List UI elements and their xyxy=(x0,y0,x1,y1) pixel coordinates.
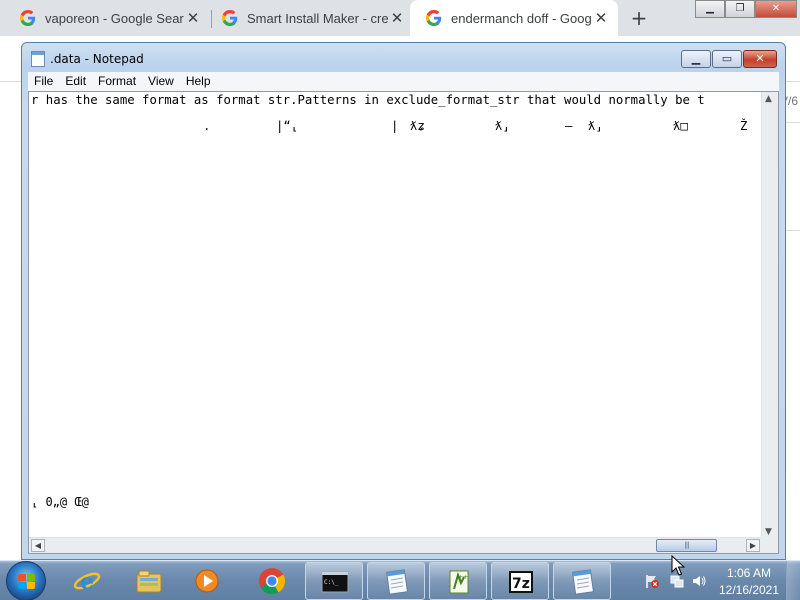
vertical-scrollbar[interactable]: ▲ ▼ xyxy=(761,92,778,539)
chrome-icon xyxy=(259,568,286,595)
volume-icon[interactable] xyxy=(691,573,707,589)
text-glyph: ƛ⸥ xyxy=(495,119,510,133)
window-title: .data - Notepad xyxy=(50,52,144,66)
google-icon xyxy=(426,10,442,26)
taskbar-media-player-button[interactable] xyxy=(178,562,236,600)
text-glyph: ƛ□ xyxy=(673,119,688,133)
text-glyph: ƛʑ xyxy=(410,119,425,133)
text-glyph: Ž xyxy=(740,119,748,133)
browser-restore-button[interactable]: ❐ xyxy=(725,0,755,18)
menu-bar: File Edit Format View Help xyxy=(28,72,779,91)
taskbar-notepad-button[interactable] xyxy=(553,562,611,600)
taskbar-chrome-button[interactable] xyxy=(243,562,301,600)
show-desktop-button[interactable] xyxy=(786,561,800,600)
command-prompt-icon: C:\_ xyxy=(321,571,349,593)
internet-explorer-icon: e xyxy=(73,569,101,595)
notepad-icon xyxy=(571,569,595,595)
text-glyph: ƛ⸥ xyxy=(588,119,603,133)
text-line: . |“⸤ | ƛʑ ƛ⸥ – ƛ⸥ ƛ□ Ž xyxy=(29,119,762,135)
taskbar-explorer-button[interactable] xyxy=(120,562,178,600)
tab-title: endermanch doff - Googl xyxy=(451,10,592,26)
7zip-icon: 7z xyxy=(509,571,533,593)
text-glyph: – xyxy=(565,119,573,133)
text-content[interactable]: r has the same format as format str.Patt… xyxy=(29,92,762,539)
clock-time[interactable]: 1:06 AM xyxy=(718,566,780,580)
svg-text:++: ++ xyxy=(458,574,468,581)
tab-close-icon[interactable]: ✕ xyxy=(184,9,202,27)
menu-file[interactable]: File xyxy=(28,72,59,91)
text-glyph: . xyxy=(203,119,211,133)
scroll-left-icon[interactable]: ◀ xyxy=(31,539,45,552)
new-tab-button[interactable]: + xyxy=(627,4,651,32)
minimize-button[interactable]: ▁ xyxy=(681,50,711,68)
scroll-right-icon[interactable]: ▶ xyxy=(746,539,760,552)
svg-text:C:\_: C:\_ xyxy=(324,579,339,586)
svg-text:e: e xyxy=(80,569,94,595)
scrollbar-thumb[interactable]: ||| xyxy=(656,539,717,552)
action-center-flag-icon[interactable] xyxy=(644,573,660,589)
tab-endermanch-doff[interactable]: endermanch doff - Googl ✕ xyxy=(410,0,618,36)
taskbar-7zip-button[interactable]: 7z xyxy=(491,562,549,600)
svg-text:7z: 7z xyxy=(512,576,530,592)
menu-edit[interactable]: Edit xyxy=(59,72,92,91)
media-player-icon xyxy=(195,569,219,593)
text-editor[interactable]: r has the same format as format str.Patt… xyxy=(28,91,779,554)
folder-icon xyxy=(136,570,162,593)
google-icon xyxy=(222,10,238,26)
close-button[interactable]: ✕ xyxy=(743,50,777,68)
taskbar-ie-button[interactable]: e xyxy=(58,562,116,600)
text-line: r has the same format as format str.Patt… xyxy=(31,93,705,107)
taskbar-cmd-button[interactable]: C:\_ xyxy=(305,562,363,600)
tab-smart-install-maker[interactable]: Smart Install Maker - crea ✕ xyxy=(202,0,414,36)
text-line: ⸤ 0„@ Œ@ xyxy=(31,495,89,509)
browser-minimize-button[interactable]: ▁ xyxy=(695,0,725,18)
maximize-button[interactable]: ▭ xyxy=(712,50,742,68)
tab-close-icon[interactable]: ✕ xyxy=(388,9,406,27)
text-glyph: | xyxy=(391,119,399,133)
clock-date[interactable]: 12/16/2021 xyxy=(716,583,782,597)
windows-logo-icon xyxy=(18,574,36,590)
menu-help[interactable]: Help xyxy=(180,72,217,91)
browser-close-button[interactable]: ✕ xyxy=(755,0,797,18)
tab-title: Smart Install Maker - crea xyxy=(247,10,388,26)
horizontal-scrollbar[interactable]: ◀ ||| ▶ xyxy=(29,537,762,553)
size-grip[interactable] xyxy=(761,537,778,553)
text-glyph: |“⸤ xyxy=(276,119,299,133)
notepad-icon xyxy=(385,569,409,595)
tab-vaporeon-search[interactable]: vaporeon - Google Search ✕ xyxy=(0,0,210,36)
google-icon xyxy=(20,10,36,26)
menu-view[interactable]: View xyxy=(142,72,180,91)
notepad-window-controls: ▁ ▭ ✕ xyxy=(680,50,777,69)
mouse-cursor-icon xyxy=(671,555,685,576)
notepad-plus-plus-icon: ++ xyxy=(449,570,469,594)
scroll-down-icon[interactable]: ▼ xyxy=(765,527,772,537)
tab-close-icon[interactable]: ✕ xyxy=(592,9,610,27)
scroll-up-icon[interactable]: ▲ xyxy=(765,94,772,104)
browser-tab-strip: vaporeon - Google Search ✕ Smart Install… xyxy=(0,0,800,36)
notepad-window: .data - Notepad ▁ ▭ ✕ File Edit Format V… xyxy=(21,42,786,560)
browser-window-controls: ▁ ❐ ✕ xyxy=(695,0,797,20)
menu-format[interactable]: Format xyxy=(92,72,142,91)
notepad-title-bar[interactable]: .data - Notepad ▁ ▭ ✕ xyxy=(22,43,785,73)
taskbar-notepad-button[interactable] xyxy=(367,562,425,600)
start-button[interactable] xyxy=(6,561,46,600)
notepad-icon[interactable] xyxy=(31,51,45,67)
taskbar-notepad-plus-plus-button[interactable]: ++ xyxy=(429,562,487,600)
tab-title: vaporeon - Google Search xyxy=(45,10,184,26)
